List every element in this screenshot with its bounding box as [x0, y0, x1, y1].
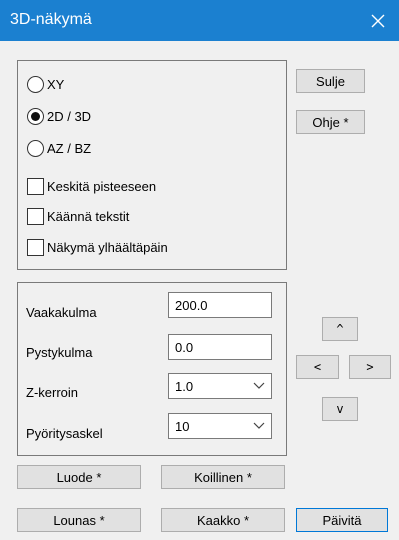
kaakko-button[interactable]: Kaakko * [161, 508, 285, 532]
title-bar: 3D-näkymä [0, 0, 399, 41]
zkerroin-value: 1.0 [175, 378, 194, 394]
pyoritysaskel-label: Pyöritysaskel [26, 426, 103, 441]
vaakakulma-value: 200.0 [175, 297, 208, 313]
view-options-panel: XY 2D / 3D AZ / BZ Keskitä pisteeseen Kä… [17, 60, 287, 270]
radio-2d-3d-circle[interactable] [27, 108, 44, 125]
check-kaanna[interactable]: Käännä tekstit [27, 208, 129, 225]
pystykulma-input[interactable]: 0.0 [168, 334, 272, 360]
luode-button[interactable]: Luode * [17, 465, 141, 489]
check-kaanna-label: Käännä tekstit [47, 209, 130, 224]
rotate-left-button[interactable]: < [296, 355, 339, 379]
sulje-button[interactable]: Sulje [296, 69, 365, 93]
radio-2d-3d-label: 2D / 3D [47, 109, 92, 124]
check-keskita-box[interactable] [27, 178, 44, 195]
lounas-button[interactable]: Lounas * [17, 508, 141, 532]
close-icon[interactable] [363, 6, 393, 36]
chevron-down-icon [253, 422, 265, 429]
rotate-up-button[interactable]: ^ [322, 317, 358, 341]
paivita-button[interactable]: Päivitä [296, 508, 388, 532]
pyoritysaskel-value: 10 [175, 418, 190, 434]
ohje-button[interactable]: Ohje * [296, 110, 365, 134]
pystykulma-label: Pystykulma [26, 345, 93, 360]
pystykulma-value: 0.0 [175, 339, 194, 355]
rotate-right-button[interactable]: > [349, 355, 391, 379]
radio-xy-label: XY [47, 77, 65, 92]
zkerroin-select[interactable]: 1.0 [168, 373, 272, 399]
koillinen-button[interactable]: Koillinen * [161, 465, 285, 489]
radio-2d-3d[interactable]: 2D / 3D [27, 108, 91, 125]
vaakakulma-input[interactable]: 200.0 [168, 292, 272, 318]
radio-az-bz-circle[interactable] [27, 140, 44, 157]
check-ylhaalta-label: Näkymä ylhäältäpäin [47, 240, 168, 255]
check-keskita-label: Keskitä pisteeseen [47, 179, 157, 194]
rotate-down-button[interactable]: v [322, 397, 358, 421]
check-keskita[interactable]: Keskitä pisteeseen [27, 178, 156, 195]
radio-xy[interactable]: XY [27, 76, 64, 93]
vaakakulma-label: Vaakakulma [26, 305, 97, 320]
check-kaanna-box[interactable] [27, 208, 44, 225]
check-ylhaalta[interactable]: Näkymä ylhäältäpäin [27, 239, 168, 256]
radio-xy-circle[interactable] [27, 76, 44, 93]
chevron-down-icon [253, 382, 265, 389]
pyoritysaskel-select[interactable]: 10 [168, 413, 272, 439]
check-ylhaalta-box[interactable] [27, 239, 44, 256]
parameters-panel: Vaakakulma 200.0 Pystykulma 0.0 Z-kerroi… [17, 282, 287, 456]
radio-az-bz[interactable]: AZ / BZ [27, 140, 91, 157]
window-title: 3D-näkymä [10, 11, 92, 28]
zkerroin-label: Z-kerroin [26, 385, 79, 400]
radio-az-bz-label: AZ / BZ [47, 141, 92, 156]
